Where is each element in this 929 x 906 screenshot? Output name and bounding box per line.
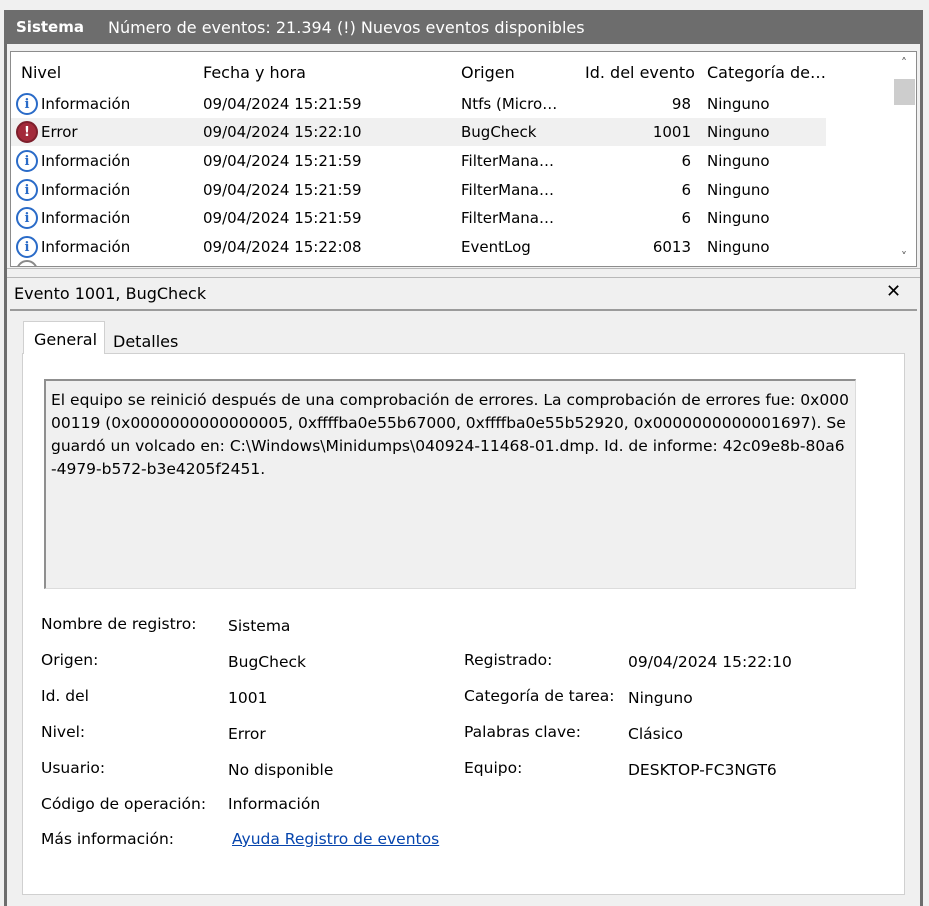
- event-detail-title: Evento 1001, BugCheck: [14, 284, 207, 303]
- row-level: Información: [41, 95, 131, 113]
- row-level: Información: [41, 181, 131, 199]
- column-header-date[interactable]: Fecha y hora: [203, 63, 306, 82]
- logged-label: Registrado:: [464, 651, 553, 669]
- row-event-id: 6: [681, 209, 691, 227]
- level-value: Error: [228, 725, 266, 743]
- row-event-id: 98: [671, 95, 691, 113]
- info-icon: i: [16, 236, 38, 258]
- task-category-label: Categoría de tarea:: [464, 687, 615, 705]
- info-icon: i: [16, 150, 38, 172]
- close-icon[interactable]: ✕: [886, 281, 901, 302]
- row-level: Información: [41, 238, 131, 256]
- scroll-up-icon[interactable]: ˄: [892, 56, 916, 70]
- log-name-label: Nombre de registro:: [41, 615, 197, 633]
- column-headers: Nivel Fecha y hora Origen Id. del evento…: [11, 52, 891, 90]
- table-row[interactable]: i Información 09/04/2024 15:21:59 Filter…: [11, 204, 826, 232]
- user-value: No disponible: [228, 761, 334, 779]
- row-source: FilterMana…: [461, 209, 554, 227]
- opcode-value: Información: [228, 795, 321, 813]
- row-date: 09/04/2024 15:21:59: [203, 152, 362, 170]
- task-category-value: Ninguno: [628, 689, 693, 707]
- column-header-category[interactable]: Categoría de…: [707, 63, 826, 82]
- column-header-level[interactable]: Nivel: [21, 63, 61, 82]
- row-date: 09/04/2024 15:21:59: [203, 95, 362, 113]
- log-name-value: Sistema: [228, 617, 291, 635]
- table-row[interactable]: i Información 09/04/2024 15:21:59 Ntfs (…: [11, 90, 826, 118]
- row-event-id: 6: [681, 152, 691, 170]
- row-event-id: 6013: [652, 238, 691, 256]
- row-source: EventLog: [461, 238, 531, 256]
- event-id-value: 1001: [228, 689, 268, 707]
- info-icon: i: [16, 93, 38, 115]
- partial-row-icon: [16, 260, 38, 266]
- column-header-event-id[interactable]: Id. del evento: [585, 63, 695, 82]
- keywords-value: Clásico: [628, 725, 684, 743]
- row-level: Información: [41, 152, 131, 170]
- info-icon: i: [16, 207, 38, 229]
- scroll-thumb[interactable]: [894, 79, 915, 105]
- row-category: Ninguno: [707, 95, 770, 113]
- keywords-label: Palabras clave:: [464, 723, 581, 741]
- tab-general[interactable]: General: [23, 321, 105, 354]
- logged-value: 09/04/2024 15:22:10: [628, 653, 792, 671]
- list-scrollbar[interactable]: ˄ ˅: [892, 52, 916, 266]
- row-level: Error: [41, 123, 78, 141]
- row-category: Ninguno: [707, 238, 770, 256]
- error-icon: !: [16, 121, 38, 143]
- pane-splitter[interactable]: [7, 268, 920, 278]
- user-label: Usuario:: [41, 759, 106, 777]
- event-log-help-link[interactable]: Ayuda Registro de eventos: [232, 830, 439, 848]
- row-source: FilterMana…: [461, 181, 554, 199]
- column-header-source[interactable]: Origen: [461, 63, 515, 82]
- level-label: Nivel:: [41, 723, 86, 741]
- row-category: Ninguno: [707, 181, 770, 199]
- log-header: Sistema Número de eventos: 21.394 (!) Nu…: [4, 10, 923, 44]
- row-date: 09/04/2024 15:22:08: [203, 238, 362, 256]
- opcode-label: Código de operación:: [41, 795, 207, 813]
- row-date: 09/04/2024 15:21:59: [203, 209, 362, 227]
- source-value: BugCheck: [228, 653, 306, 671]
- row-date: 09/04/2024 15:22:10: [203, 123, 362, 141]
- event-list[interactable]: Nivel Fecha y hora Origen Id. del evento…: [10, 51, 917, 267]
- table-row[interactable]: i Información 09/04/2024 15:21:59 Filter…: [11, 147, 826, 175]
- row-category: Ninguno: [707, 152, 770, 170]
- divider: [10, 309, 917, 311]
- info-icon: i: [16, 179, 38, 201]
- table-row[interactable]: i Información 09/04/2024 15:22:08 EventL…: [11, 233, 826, 261]
- row-source: FilterMana…: [461, 152, 554, 170]
- computer-value: DESKTOP-FC3NGT6: [628, 761, 777, 779]
- event-description[interactable]: El equipo se reinició después de una com…: [44, 379, 856, 589]
- row-source: Ntfs (Micro…: [461, 95, 558, 113]
- row-source: BugCheck: [461, 123, 537, 141]
- tab-details[interactable]: Detalles: [103, 327, 188, 354]
- more-info-label: Más información:: [41, 830, 174, 848]
- row-level: Información: [41, 209, 131, 227]
- table-row-selected[interactable]: ! Error 09/04/2024 15:22:10 BugCheck 100…: [11, 118, 826, 146]
- scroll-down-icon[interactable]: ˅: [892, 250, 916, 264]
- general-panel: El equipo se reinició después de una com…: [22, 353, 905, 895]
- event-count-status: Número de eventos: 21.394 (!) Nuevos eve…: [107, 17, 585, 37]
- source-label: Origen:: [41, 651, 99, 669]
- row-event-id: 6: [681, 181, 691, 199]
- table-row[interactable]: i Información 09/04/2024 15:21:59 Filter…: [11, 176, 826, 204]
- row-category: Ninguno: [707, 123, 770, 141]
- row-event-id: 1001: [652, 123, 691, 141]
- log-title: Sistema: [16, 18, 84, 36]
- event-id-label: Id. del: [41, 687, 89, 705]
- computer-label: Equipo:: [464, 759, 523, 777]
- row-category: Ninguno: [707, 209, 770, 227]
- row-date: 09/04/2024 15:21:59: [203, 181, 362, 199]
